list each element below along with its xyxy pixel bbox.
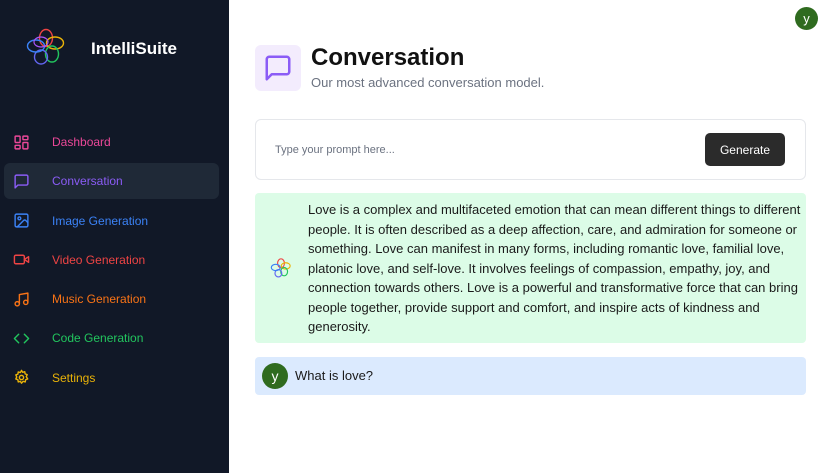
sidebar-item-label: Code Generation xyxy=(52,331,144,346)
page-title: Conversation xyxy=(311,44,465,71)
sidebar-item-label: Image Generation xyxy=(52,213,149,228)
message-square-icon xyxy=(265,55,291,81)
sidebar: IntelliSuite Dashboard Conversation Imag… xyxy=(0,0,229,473)
layout-dashboard-icon xyxy=(13,134,30,151)
sidebar-item-label: Music Generation xyxy=(52,292,147,307)
sidebar-item-code-generation[interactable]: Code Generation xyxy=(4,320,219,356)
sidebar-item-dashboard[interactable]: Dashboard xyxy=(4,124,219,160)
sidebar-item-label: Conversation xyxy=(52,174,123,189)
sidebar-item-music-generation[interactable]: Music Generation xyxy=(4,281,219,317)
brand-link[interactable]: IntelliSuite xyxy=(25,27,177,67)
avatar: y xyxy=(262,363,288,389)
prompt-input[interactable] xyxy=(275,140,675,160)
generate-button[interactable]: Generate xyxy=(705,133,785,166)
video-icon xyxy=(13,251,30,268)
page-subtitle: Our most advanced conversation model. xyxy=(311,75,545,90)
main-content: y Conversation Our most advanced convers… xyxy=(229,0,823,473)
code-icon xyxy=(13,330,30,347)
sidebar-item-image-generation[interactable]: Image Generation xyxy=(4,203,219,239)
flower-logo-icon xyxy=(26,28,65,65)
sidebar-item-settings[interactable]: Settings xyxy=(4,360,219,396)
message-square-icon xyxy=(13,173,30,190)
flower-logo-icon xyxy=(270,258,291,278)
sidebar-nav: Dashboard Conversation Image Generation xyxy=(4,124,219,399)
user-avatar-button[interactable]: y xyxy=(795,7,818,30)
image-icon xyxy=(13,212,30,229)
music-icon xyxy=(13,291,30,308)
user-message: y What is love? xyxy=(255,357,806,395)
bot-message-text: Love is a complex and multifaceted emoti… xyxy=(308,202,801,334)
brand-name: IntelliSuite xyxy=(91,39,177,58)
sidebar-item-label: Dashboard xyxy=(52,135,111,149)
sidebar-item-label: Settings xyxy=(52,370,96,385)
bot-message: Love is a complex and multifaceted emoti… xyxy=(255,193,806,343)
header-icon-box xyxy=(255,45,301,91)
user-message-text: What is love? xyxy=(295,368,374,383)
prompt-form: Generate xyxy=(255,119,806,180)
sidebar-item-label: Video Generation xyxy=(52,252,146,267)
sidebar-item-video-generation[interactable]: Video Generation xyxy=(4,242,219,278)
settings-icon xyxy=(13,369,30,386)
sidebar-item-conversation[interactable]: Conversation xyxy=(4,163,219,200)
